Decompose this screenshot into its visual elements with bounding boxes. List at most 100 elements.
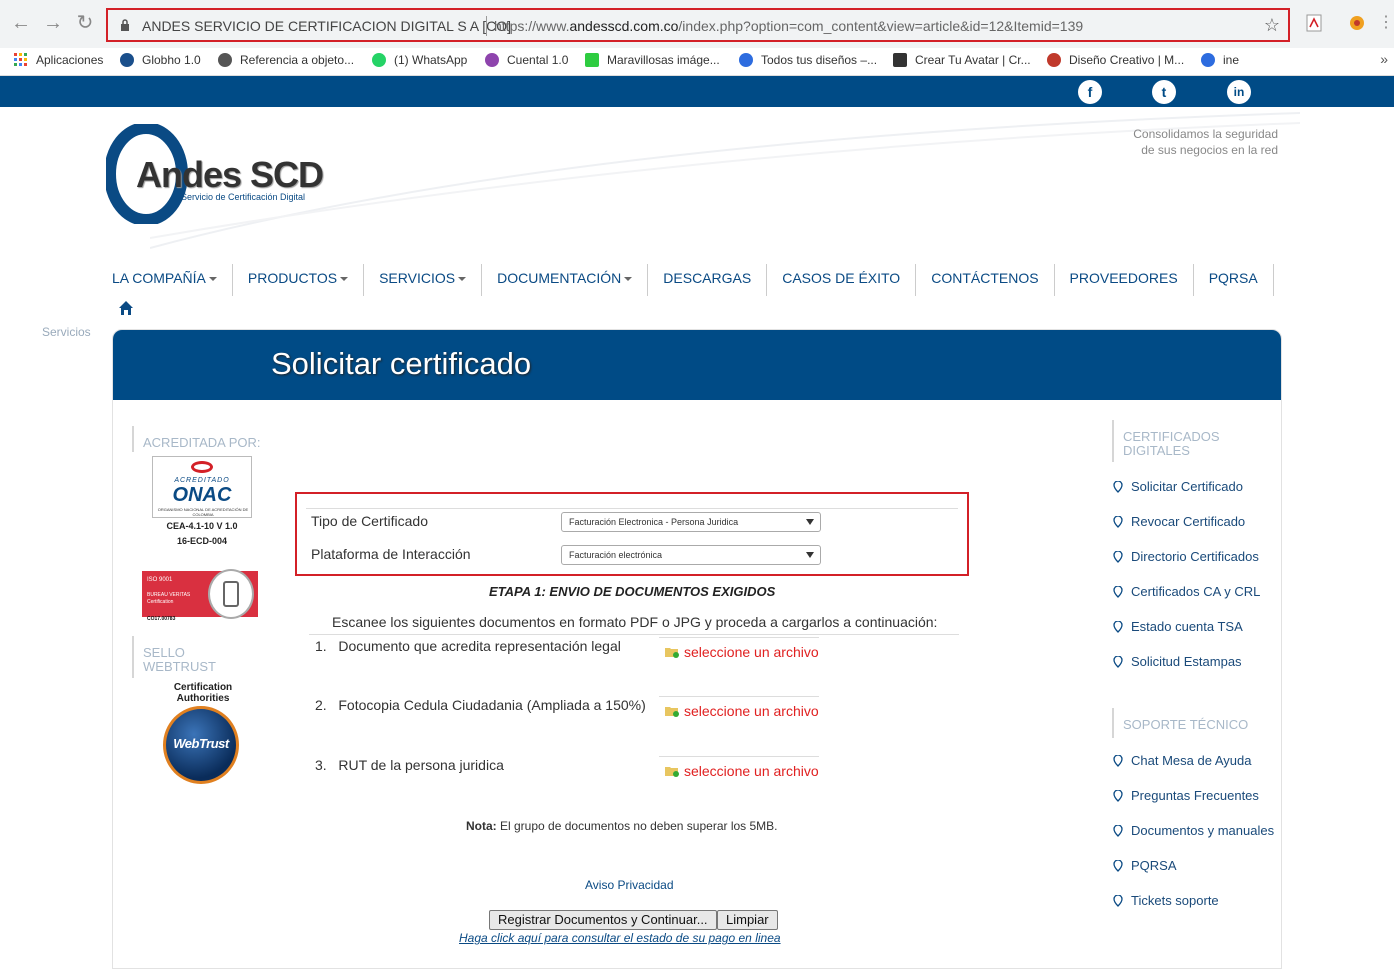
stage-title: ETAPA 1: ENVIO DE DOCUMENTOS EXIGIDOS xyxy=(489,584,776,599)
menu-item-pqrsa[interactable]: PQRSA xyxy=(1194,264,1274,296)
menu-item-proveedores[interactable]: PROVEEDORES xyxy=(1055,264,1194,296)
clear-button[interactable]: Limpiar xyxy=(717,910,778,930)
payment-status-link[interactable]: Haga click aquí para consultar el estado… xyxy=(459,931,781,945)
bookmark-ine[interactable]: ine xyxy=(1201,50,1239,70)
sidebar-item-revocar-certificado[interactable]: Revocar Certificado xyxy=(1113,514,1245,529)
bureau-veritas-logo[interactable]: ISO 9001 BUREAU VERITAS Certification xyxy=(142,569,258,619)
bookmark-maravillosas[interactable]: Maravillosas imáge... xyxy=(585,50,720,70)
menu-item-descargas[interactable]: DESCARGAS xyxy=(648,264,768,296)
sidebar-item-pqrsa[interactable]: PQRSA xyxy=(1113,858,1177,873)
menu-label: CASOS DE ÉXITO xyxy=(782,270,901,286)
certificates-heading-line: DIGITALES xyxy=(1123,443,1190,458)
map-pin-icon xyxy=(1113,480,1123,493)
menu-item-productos[interactable]: PRODUCTOS xyxy=(233,264,365,296)
bookmark-label: Cuental 1.0 xyxy=(507,53,569,67)
bookmark-whatsapp[interactable]: (1) WhatsApp xyxy=(372,50,467,70)
menu-item-contactenos[interactable]: CONTÁCTENOS xyxy=(916,264,1055,296)
rocket-icon xyxy=(1047,53,1061,67)
bookmark-apps[interactable]: Aplicaciones xyxy=(14,50,103,70)
document-item: 3. RUT de la persona juridica xyxy=(315,757,504,773)
bv-shield-icon xyxy=(223,581,239,607)
onac-logo[interactable]: ACREDITADO ONAC ORGANISMO NACIONAL DE AC… xyxy=(152,456,252,518)
bookmark-star-icon[interactable]: ☆ xyxy=(1264,15,1280,36)
note-text: El grupo de documentos no deben superar … xyxy=(496,819,778,833)
twitter-icon[interactable]: t xyxy=(1152,80,1176,104)
back-icon[interactable]: ← xyxy=(10,12,32,34)
sidebar-item-label: Directorio Certificados xyxy=(1131,549,1259,564)
register-documents-button[interactable]: Registrar Documentos y Continuar... xyxy=(489,910,717,930)
file-select-link[interactable]: seleccione un archivo xyxy=(665,763,819,779)
webtrust-seal-icon[interactable]: WebTrust xyxy=(163,706,239,784)
privacy-link[interactable]: Aviso Privacidad xyxy=(585,878,674,892)
doc-divider xyxy=(659,696,819,697)
browser-menu-icon[interactable]: ⋮ xyxy=(1378,12,1394,34)
sidebar-item-directorio-certificados[interactable]: Directorio Certificados xyxy=(1113,549,1259,564)
bookmark-cuental[interactable]: Cuental 1.0 xyxy=(485,50,568,70)
bookmark-label: Crear Tu Avatar | Cr... xyxy=(915,53,1031,67)
menu-label: DESCARGAS xyxy=(663,270,752,286)
dropdown-arrow-icon xyxy=(806,519,814,525)
sidebar-item-certificados-ca-crl[interactable]: Certificados CA y CRL xyxy=(1113,584,1260,599)
bv-code: CO17.00783 xyxy=(147,616,176,622)
onac-code: 16-ECD-004 xyxy=(176,536,228,546)
breadcrumb[interactable]: Servicios xyxy=(42,325,91,339)
whatsapp-icon xyxy=(372,53,386,67)
document-item: 1. Documento que acredita representación… xyxy=(315,638,621,654)
sidebar-item-chat-mesa-ayuda[interactable]: Chat Mesa de Ayuda xyxy=(1113,753,1251,768)
seal-heading: SELLO WEBTRUST xyxy=(143,646,216,674)
menu-item-servicios[interactable]: SERVICIOS xyxy=(364,264,483,296)
platform-select[interactable]: Facturación electrónica xyxy=(561,545,821,565)
bookmarks-overflow-icon[interactable]: » xyxy=(1380,51,1388,67)
sidebar-item-estado-cuenta-tsa[interactable]: Estado cuenta TSA xyxy=(1113,619,1243,634)
pdf-extension-icon[interactable] xyxy=(1305,14,1323,32)
sidebar-item-solicitar-certificado[interactable]: Solicitar Certificado xyxy=(1113,479,1243,494)
bookmarks-bar: Aplicaciones Globho 1.0 Referencia a obj… xyxy=(0,48,1394,76)
bookmark-diseno-creativo[interactable]: Diseño Creativo | M... xyxy=(1047,50,1184,70)
url-text[interactable]: https://www.andesscd.com.co/index.php?op… xyxy=(494,18,1083,34)
linkedin-icon[interactable]: in xyxy=(1227,80,1251,104)
caret-down-icon xyxy=(458,277,467,282)
menu-item-documentacion[interactable]: DOCUMENTACIÓN xyxy=(482,264,649,296)
bookmark-referencia[interactable]: Referencia a objeto... xyxy=(218,50,354,70)
bookmark-todos-disenos[interactable]: Todos tus diseños –... xyxy=(739,50,877,70)
menu-item-compania[interactable]: LA COMPAÑÍA xyxy=(112,264,233,296)
sidebar-item-preguntas-frecuentes[interactable]: Preguntas Frecuentes xyxy=(1113,788,1259,803)
menu-label: PRODUCTOS xyxy=(247,270,338,286)
address-bar[interactable]: ANDES SERVICIO DE CERTIFICACION DIGITAL … xyxy=(106,8,1290,42)
onac-swirl-icon xyxy=(191,461,213,473)
sidebar-item-label: Revocar Certificado xyxy=(1131,514,1246,529)
bookmark-label: Todos tus diseños –... xyxy=(761,53,878,67)
sidebar-divider xyxy=(1112,420,1114,462)
sidebar-item-documentos-manuales[interactable]: Documentos y manuales xyxy=(1113,823,1274,838)
extension-icon[interactable] xyxy=(1348,14,1366,32)
map-pin-icon xyxy=(1113,620,1123,633)
doc-label: Fotocopia Cedula Ciudadania (Ampliada a … xyxy=(338,697,646,713)
doc-label: RUT de la persona juridica xyxy=(338,757,504,773)
forward-icon[interactable]: → xyxy=(42,12,64,34)
px-icon xyxy=(585,53,599,67)
onac-sub: ORGANISMO NACIONAL DE ACREDITACIÓN DE CO… xyxy=(157,507,249,517)
reload-icon[interactable]: ↻ xyxy=(74,12,96,34)
menu-item-casos-exito[interactable]: CASOS DE ÉXITO xyxy=(767,264,917,296)
folder-add-icon xyxy=(665,707,679,717)
doc-divider xyxy=(659,637,819,638)
bookmark-avatar[interactable]: Crear Tu Avatar | Cr... xyxy=(893,50,1031,70)
map-pin-icon xyxy=(1113,754,1123,767)
sidebar-item-label: Documentos y manuales xyxy=(1131,823,1275,838)
webtrust-logo-text: WebTrust xyxy=(173,736,229,751)
bookmark-globho[interactable]: Globho 1.0 xyxy=(120,50,201,70)
platform-value: Facturación electrónica xyxy=(569,550,663,560)
apps-grid-icon xyxy=(14,53,27,66)
site-identity: ANDES SERVICIO DE CERTIFICACION DIGITAL … xyxy=(142,18,512,34)
file-select-link[interactable]: seleccione un archivo xyxy=(665,644,819,660)
document-item: 2. Fotocopia Cedula Ciudadania (Ampliada… xyxy=(315,697,646,713)
cert-type-select[interactable]: Facturación Electronica - Persona Juridi… xyxy=(561,512,821,532)
sidebar-item-tickets-soporte[interactable]: Tickets soporte xyxy=(1113,893,1219,908)
file-select-link[interactable]: seleccione un archivo xyxy=(665,703,819,719)
instructions-divider xyxy=(309,634,959,635)
sidebar-item-solicitud-estampas[interactable]: Solicitud Estampas xyxy=(1113,654,1242,669)
sidebar-divider xyxy=(132,426,134,452)
site-logo[interactable]: Andes SCD Servicio de Certificación Digi… xyxy=(106,124,336,224)
facebook-icon[interactable]: f xyxy=(1078,80,1102,104)
home-icon[interactable] xyxy=(118,300,134,316)
